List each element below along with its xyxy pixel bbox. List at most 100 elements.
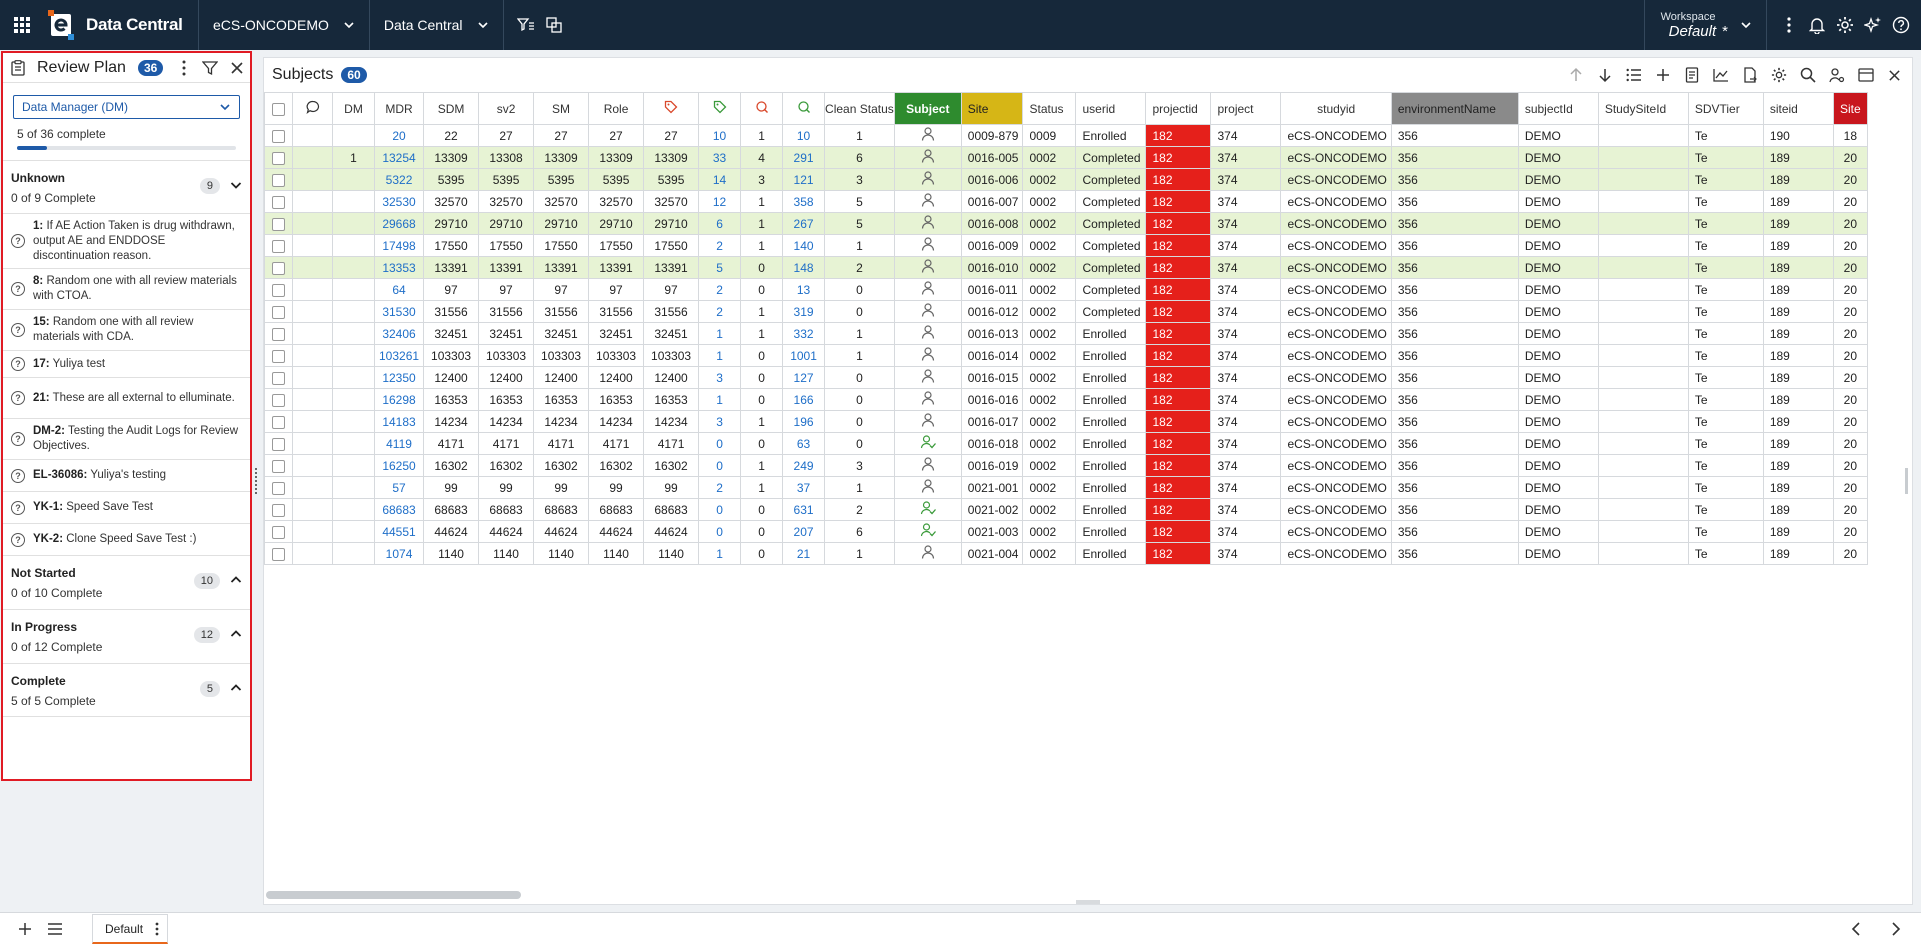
cell-tag-closed[interactable]: 3 xyxy=(698,366,742,389)
column-header-studysiteid[interactable]: StudySiteId xyxy=(1597,92,1689,125)
table-row[interactable]: 16250 16302 16302 16302 16302 16302 0 1 249 3 0016… xyxy=(264,454,1868,477)
workspace-selector[interactable]: Workspace Default * xyxy=(1643,0,1767,50)
cell-tag-closed[interactable]: 5 xyxy=(698,256,742,279)
user-icon[interactable] xyxy=(920,280,936,299)
user-icon[interactable] xyxy=(920,456,936,475)
row-checkbox[interactable] xyxy=(272,525,285,539)
cell-mdr[interactable]: 17498 xyxy=(373,234,425,257)
cell-mdr[interactable]: 16250 xyxy=(373,454,425,477)
tab-prev-button[interactable] xyxy=(1841,914,1871,944)
column-header-userid[interactable]: userid xyxy=(1075,92,1147,125)
cell-mdr[interactable]: 29668 xyxy=(373,212,425,235)
user-icon[interactable] xyxy=(920,126,936,145)
table-row[interactable]: 4119 4171 4171 4171 4171 4171 0 0 63 0 0016-018 000… xyxy=(264,432,1868,455)
user-check-icon[interactable] xyxy=(920,522,936,541)
cell-mdr[interactable]: 5322 xyxy=(373,168,425,191)
cell-mdr[interactable]: 13254 xyxy=(373,146,425,169)
row-checkbox[interactable] xyxy=(272,503,285,517)
column-header-sdvtier[interactable]: SDVTier xyxy=(1687,92,1764,125)
table-row[interactable]: 64 97 97 97 97 97 2 0 13 0 0016-011 0002 Completed 18… xyxy=(264,278,1868,301)
row-checkbox[interactable] xyxy=(272,239,285,253)
cell-query-closed[interactable]: 1001 xyxy=(782,344,826,367)
cell-tag-closed[interactable]: 2 xyxy=(698,234,742,257)
column-header-siteid[interactable]: siteid xyxy=(1762,92,1834,125)
chevron-up-icon[interactable] xyxy=(230,682,242,694)
column-header-clean-status[interactable]: Clean Status xyxy=(824,92,895,125)
table-row[interactable]: 32530 32570 32570 32570 32570 32570 12 1 358 5 001… xyxy=(264,190,1868,213)
cell-query-closed[interactable]: 196 xyxy=(782,410,826,433)
study-selector[interactable]: eCS-ONCODEMO xyxy=(199,0,369,50)
chart-button[interactable] xyxy=(1711,66,1730,85)
cell-query-closed[interactable]: 127 xyxy=(782,366,826,389)
cell-query-closed[interactable]: 358 xyxy=(782,190,826,213)
column-header-environmentname[interactable]: environmentName xyxy=(1390,92,1519,125)
user-icon[interactable] xyxy=(920,390,936,409)
table-row[interactable]: 57 99 99 99 99 99 2 1 37 1 0021-001 0002 Enrolled 182… xyxy=(264,476,1868,499)
more-vertical-icon[interactable] xyxy=(182,60,186,76)
group-not-started[interactable]: Not Started 0 of 10 Complete 10 xyxy=(3,555,250,609)
chevron-up-icon[interactable] xyxy=(230,574,242,586)
user-icon[interactable] xyxy=(920,346,936,365)
cell-query-closed[interactable]: 10 xyxy=(782,124,826,147)
multi-select-button[interactable] xyxy=(540,0,568,50)
tab-list-button[interactable] xyxy=(40,914,70,944)
user-icon[interactable] xyxy=(920,368,936,387)
add-tab-button[interactable] xyxy=(10,914,40,944)
cell-tag-closed[interactable]: 0 xyxy=(698,520,742,543)
filter-list-button[interactable] xyxy=(512,0,540,50)
column-header-query-open[interactable] xyxy=(740,92,784,125)
cell-mdr[interactable]: 64 xyxy=(373,278,425,301)
table-row[interactable]: 31530 31556 31556 31556 31556 31556 2 1 319 0 0016… xyxy=(264,300,1868,323)
review-item[interactable]: ? YK-2: Clone Speed Save Test :) xyxy=(3,523,250,555)
chevron-up-icon[interactable] xyxy=(230,628,242,640)
row-checkbox[interactable] xyxy=(272,151,285,165)
grid-settings-button[interactable] xyxy=(1769,66,1788,85)
column-header-projectid[interactable]: projectid xyxy=(1145,92,1212,125)
user-icon[interactable] xyxy=(920,148,936,167)
table-row[interactable]: 1074 1140 1140 1140 1140 1140 1 0 21 1 0021-004 000… xyxy=(264,542,1868,565)
cell-query-closed[interactable]: 121 xyxy=(782,168,826,191)
user-icon[interactable] xyxy=(920,236,936,255)
column-header-studyid[interactable]: studyid xyxy=(1280,92,1392,125)
cell-query-closed[interactable]: 319 xyxy=(782,300,826,323)
row-checkbox[interactable] xyxy=(272,261,285,275)
table-row[interactable]: 103261 103303 103303 103303 103303 103303 1 0 10… xyxy=(264,344,1868,367)
user-icon[interactable] xyxy=(920,214,936,233)
review-item[interactable]: ? 8: Random one with all review materials… xyxy=(3,268,250,309)
row-checkbox[interactable] xyxy=(272,437,285,451)
cell-mdr[interactable]: 31530 xyxy=(373,300,425,323)
add-button[interactable] xyxy=(1653,66,1672,85)
cell-tag-closed[interactable]: 3 xyxy=(698,410,742,433)
column-header-tag-closed[interactable] xyxy=(698,92,742,125)
cell-mdr[interactable]: 68683 xyxy=(373,498,425,521)
move-down-button[interactable] xyxy=(1595,66,1614,85)
user-icon[interactable] xyxy=(920,478,936,497)
cell-query-closed[interactable]: 140 xyxy=(782,234,826,257)
table-row[interactable]: 14183 14234 14234 14234 14234 14234 3 1 196 0 0016… xyxy=(264,410,1868,433)
group-unknown[interactable]: Unknown 0 of 9 Complete 9 xyxy=(3,160,250,213)
cell-tag-closed[interactable]: 1 xyxy=(698,388,742,411)
column-header-dm[interactable]: DM xyxy=(332,92,375,125)
row-checkbox[interactable] xyxy=(272,349,285,363)
search-button[interactable] xyxy=(1798,66,1817,85)
row-checkbox[interactable] xyxy=(272,217,285,231)
cell-mdr[interactable]: 44551 xyxy=(373,520,425,543)
tab-default[interactable]: Default xyxy=(92,914,169,944)
column-header-sm[interactable]: SM xyxy=(533,92,590,125)
column-header-tag-open[interactable] xyxy=(643,92,700,125)
column-header-sdm[interactable]: SDM xyxy=(423,92,480,125)
row-checkbox[interactable] xyxy=(272,371,285,385)
cell-mdr[interactable]: 13353 xyxy=(373,256,425,279)
group-in-progress[interactable]: In Progress 0 of 12 Complete 12 xyxy=(3,609,250,663)
column-header-subject[interactable]: Subject xyxy=(893,92,962,125)
table-row[interactable]: 29668 29710 29710 29710 29710 29710 6 1 267 5 0016… xyxy=(264,212,1868,235)
comment-header[interactable] xyxy=(292,92,333,125)
review-item[interactable]: ? 21: These are all external to elluminat… xyxy=(3,377,250,418)
help-button[interactable] xyxy=(1887,0,1915,50)
row-checkbox[interactable] xyxy=(272,547,285,561)
cell-tag-closed[interactable]: 1 xyxy=(698,344,742,367)
cell-query-closed[interactable]: 267 xyxy=(782,212,826,235)
cell-query-closed[interactable]: 631 xyxy=(782,498,826,521)
table-row[interactable]: 44551 44624 44624 44624 44624 44624 0 0 207 6 0021… xyxy=(264,520,1868,543)
column-header-query-closed[interactable] xyxy=(782,92,826,125)
